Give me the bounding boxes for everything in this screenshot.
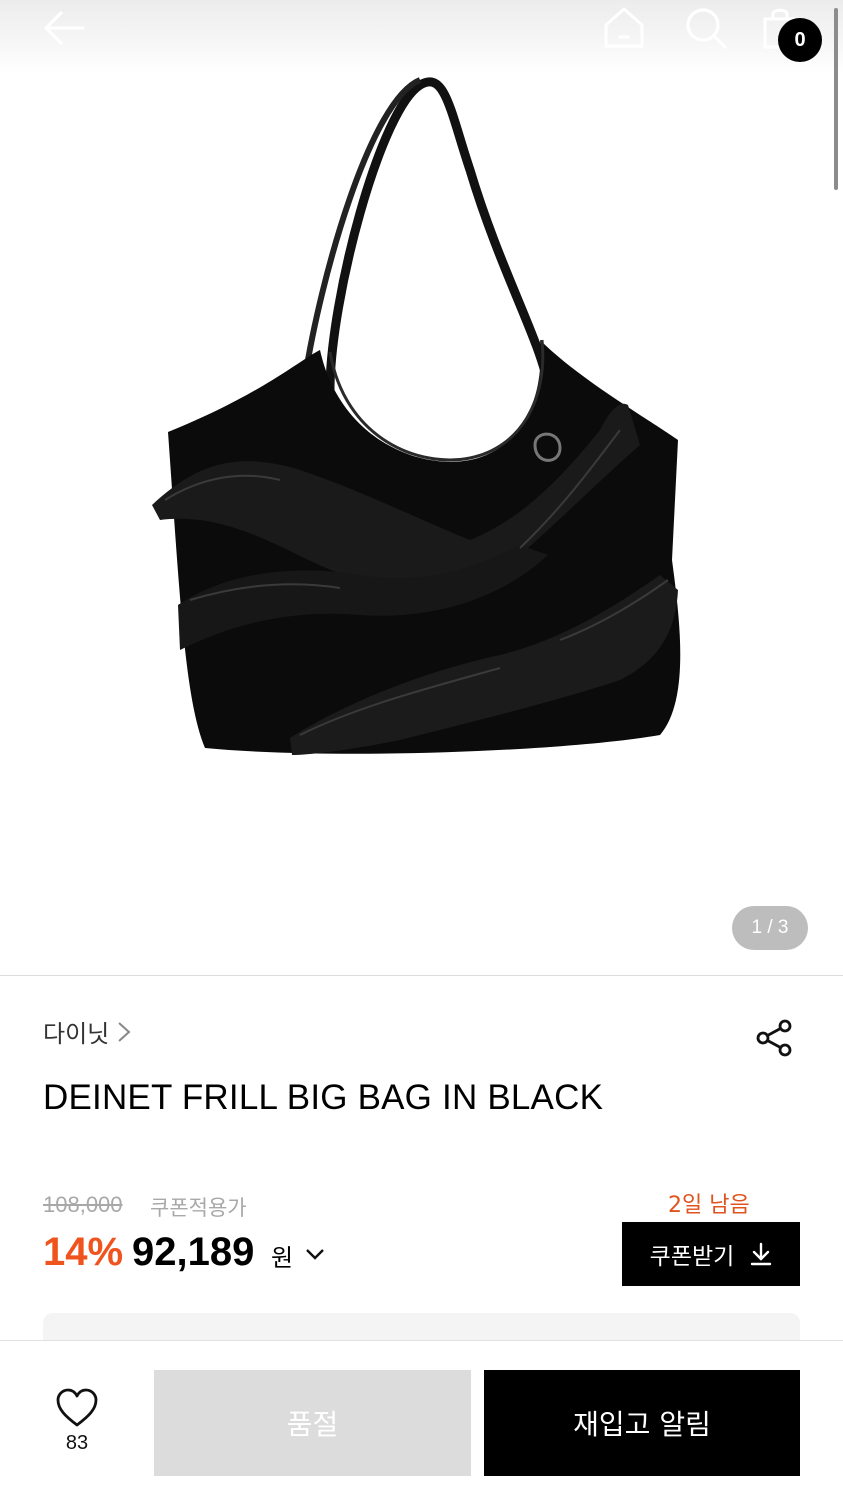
arrow-left-icon xyxy=(44,11,85,45)
like-button[interactable]: 83 xyxy=(40,1388,114,1468)
search-button[interactable] xyxy=(682,4,730,52)
get-coupon-button[interactable]: 쿠폰받기 xyxy=(622,1222,800,1286)
back-button[interactable] xyxy=(40,4,88,52)
home-icon xyxy=(604,7,644,48)
sale-price: 92,189 xyxy=(132,1230,255,1274)
top-navigation: 0 xyxy=(0,0,843,74)
image-counter: 1 / 3 xyxy=(732,906,808,950)
coupon-price-label: 쿠폰적용가 xyxy=(150,1196,247,1220)
download-icon xyxy=(751,1242,772,1266)
original-price: 108,000 xyxy=(43,1192,123,1217)
brand-name: 다이닛 xyxy=(43,1020,110,1048)
home-button[interactable] xyxy=(600,4,648,52)
product-image[interactable]: 1 / 3 xyxy=(0,0,843,975)
frill-bag-image xyxy=(152,77,681,755)
product-title: DEINET FRILL BIG BAG IN BLACK xyxy=(43,1078,604,1117)
brand-link[interactable]: 다이닛 xyxy=(43,1014,131,1049)
discount-rate: 14% xyxy=(43,1230,124,1274)
heart-icon xyxy=(56,1388,98,1427)
price-detail-toggle[interactable] xyxy=(300,1238,330,1270)
chevron-down-icon xyxy=(306,1249,324,1260)
coupon-days-left: 2일 남음 xyxy=(668,1193,750,1218)
divider xyxy=(0,975,843,976)
soldout-button[interactable]: 품절 xyxy=(154,1370,471,1476)
restock-alert-button[interactable]: 재입고 알림 xyxy=(484,1370,800,1476)
like-count: 83 xyxy=(65,1432,89,1454)
share-button[interactable] xyxy=(750,1014,798,1062)
share-icon xyxy=(756,1019,792,1057)
chevron-right-icon xyxy=(118,1021,131,1042)
scrollbar[interactable] xyxy=(834,8,838,190)
get-coupon-label: 쿠폰받기 xyxy=(649,1244,735,1270)
currency-unit: 원 xyxy=(271,1244,294,1272)
search-icon xyxy=(686,8,727,49)
cart-count-badge: 0 xyxy=(778,18,822,62)
